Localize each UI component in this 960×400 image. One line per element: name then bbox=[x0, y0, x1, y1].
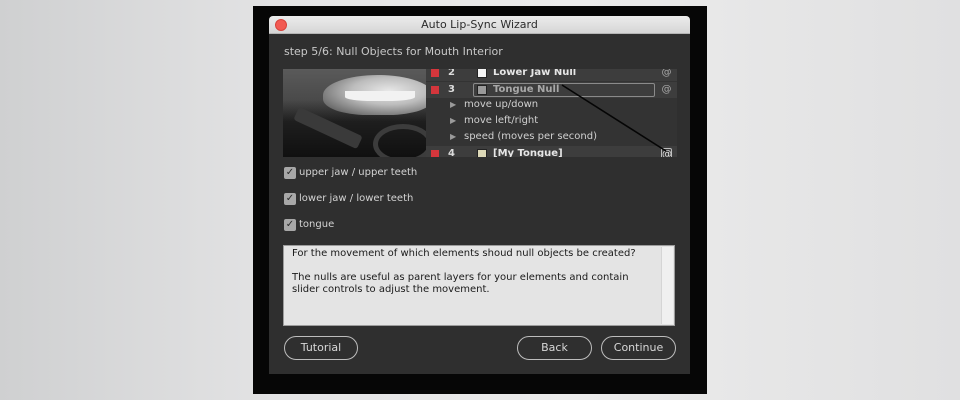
pickwhip-spiral-icon[interactable]: @ bbox=[661, 69, 672, 78]
option-label: tongue bbox=[299, 219, 335, 230]
checkbox-lower-jaw[interactable]: ✓ bbox=[284, 193, 296, 205]
composition-preview bbox=[283, 69, 426, 157]
property-row-speed[interactable]: ▶ speed (moves per second) bbox=[426, 130, 677, 146]
layer-row-tongue-null[interactable]: 3 Tongue Null @ bbox=[426, 82, 677, 98]
back-button[interactable]: Back bbox=[517, 336, 592, 360]
option-label: lower jaw / lower teeth bbox=[299, 193, 414, 204]
preview-teeth-shape bbox=[345, 91, 415, 101]
property-name: move left/right bbox=[464, 115, 539, 126]
description-question: For the movement of which elements shoud… bbox=[292, 248, 636, 259]
step-heading: step 5/6: Null Objects for Mouth Interio… bbox=[284, 45, 503, 58]
layer-panel: 2 Lower Jaw Null @ 3 Tongue Null @ ▶ mov… bbox=[426, 69, 677, 157]
layer-number: 2 bbox=[448, 69, 455, 78]
property-row-move-left-right[interactable]: ▶ move left/right bbox=[426, 114, 677, 130]
window-title: Auto Lip-Sync Wizard bbox=[421, 18, 538, 31]
property-name: speed (moves per second) bbox=[464, 131, 597, 142]
tutorial-button[interactable]: Tutorial bbox=[284, 336, 358, 360]
option-label: upper jaw / upper teeth bbox=[299, 167, 418, 178]
expand-triangle-icon[interactable]: ▶ bbox=[450, 116, 456, 125]
pickwhip-spiral-icon[interactable]: @ bbox=[661, 148, 672, 157]
description-textbox[interactable]: For the movement of which elements shoud… bbox=[283, 245, 675, 326]
expand-triangle-icon[interactable]: ▶ bbox=[450, 132, 456, 141]
property-name: move up/down bbox=[464, 99, 539, 110]
layer-number: 3 bbox=[448, 84, 455, 95]
layer-name: Lower Jaw Null bbox=[493, 69, 577, 78]
description-scrollbar[interactable] bbox=[661, 247, 673, 324]
wizard-window: Auto Lip-Sync Wizard step 5/6: Null Obje… bbox=[269, 16, 690, 374]
label-color-swatch bbox=[431, 150, 439, 157]
checkbox-tongue[interactable]: ✓ bbox=[284, 219, 296, 231]
description-details: The nulls are useful as parent layers fo… bbox=[292, 272, 629, 295]
layer-name: Tongue Null bbox=[493, 84, 560, 95]
label-color-swatch bbox=[431, 86, 439, 94]
layer-color-swatch bbox=[477, 149, 487, 157]
layer-color-swatch bbox=[477, 85, 487, 95]
layer-name: [My Tongue] bbox=[493, 148, 563, 157]
label-color-swatch bbox=[431, 69, 439, 77]
pickwhip-spiral-icon[interactable]: @ bbox=[661, 84, 672, 95]
expand-triangle-icon[interactable]: ▶ bbox=[450, 100, 456, 109]
layer-row-lower-jaw-null[interactable]: 2 Lower Jaw Null @ bbox=[426, 69, 677, 81]
layer-color-swatch bbox=[477, 69, 487, 78]
property-row-move-up-down[interactable]: ▶ move up/down bbox=[426, 98, 677, 114]
title-bar: Auto Lip-Sync Wizard bbox=[269, 16, 690, 34]
preview-ring-shape bbox=[373, 124, 426, 157]
layer-row-my-tongue[interactable]: 4 [My Tongue] @ bbox=[426, 146, 677, 157]
checkbox-upper-jaw[interactable]: ✓ bbox=[284, 167, 296, 179]
continue-button[interactable]: Continue bbox=[601, 336, 676, 360]
layer-number: 4 bbox=[448, 148, 455, 157]
